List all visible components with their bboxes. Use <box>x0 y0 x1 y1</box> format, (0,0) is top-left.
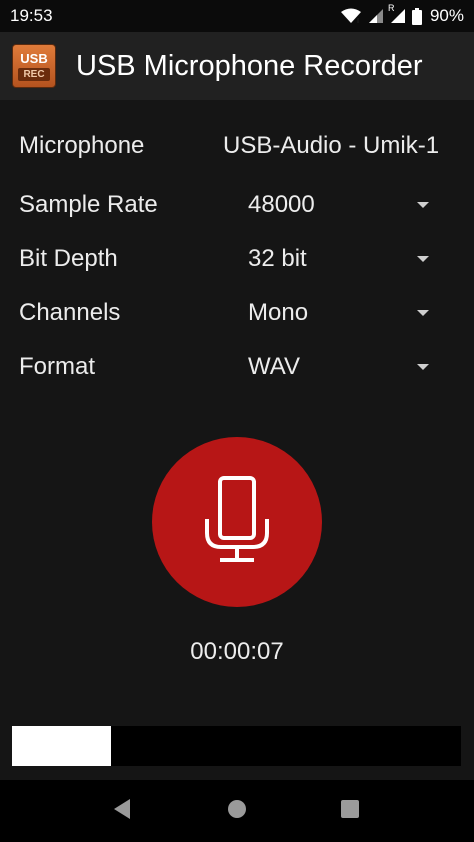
battery-percent: 90% <box>429 6 464 25</box>
channels-spinner[interactable]: Channels Mono <box>0 286 474 340</box>
microphone-row: Microphone USB-Audio - Umik-1 <box>0 118 474 174</box>
wifi-icon <box>340 8 362 24</box>
sample-rate-value[interactable]: 48000 <box>248 191 315 219</box>
format-dropdown-arrow-icon[interactable] <box>417 364 429 370</box>
app-bar: USB REC USB Microphone Recorder <box>0 32 474 100</box>
home-button[interactable] <box>222 796 252 826</box>
recents-icon <box>340 799 360 824</box>
bit-depth-spinner[interactable]: Bit Depth 32 bit <box>0 232 474 286</box>
roaming-indicator: R <box>387 3 395 13</box>
status-icons: R 90% <box>340 3 464 26</box>
signal-roaming-icon: R <box>388 3 406 24</box>
bit-depth-dropdown-arrow-icon[interactable] <box>417 256 429 262</box>
status-bar: 19:53 R 90% <box>0 0 474 32</box>
record-button[interactable] <box>152 437 322 607</box>
sample-rate-spinner[interactable]: Sample Rate 48000 <box>0 178 474 232</box>
bit-depth-value[interactable]: 32 bit <box>248 245 307 273</box>
microphone-value: USB-Audio - Umik-1 <box>223 132 440 159</box>
format-value[interactable]: WAV <box>248 353 300 381</box>
app-title: USB Microphone Recorder <box>76 49 423 82</box>
channels-label: Channels <box>19 299 121 326</box>
app-logo-icon: USB REC <box>12 44 56 88</box>
level-meter <box>12 726 461 766</box>
microphone-icon <box>204 475 270 570</box>
battery-icon <box>411 7 422 25</box>
bit-depth-label: Bit Depth <box>19 245 118 272</box>
app-logo-usb-text: USB <box>20 50 48 66</box>
sample-rate-dropdown-arrow-icon[interactable] <box>417 202 429 208</box>
back-icon <box>112 798 132 825</box>
app-logo-rec-text: REC <box>18 67 50 81</box>
home-icon <box>227 799 247 824</box>
signal-icon <box>368 8 384 24</box>
channels-dropdown-arrow-icon[interactable] <box>417 310 429 316</box>
microphone-label: Microphone <box>19 132 145 159</box>
status-time: 19:53 <box>10 6 53 25</box>
back-button[interactable] <box>107 796 137 826</box>
channels-value[interactable]: Mono <box>248 299 308 327</box>
navigation-bar <box>0 780 474 842</box>
recording-timer: 00:00:07 <box>190 638 284 665</box>
format-spinner[interactable]: Format WAV <box>0 340 474 394</box>
settings-list: Microphone USB-Audio - Umik-1 Sample Rat… <box>0 118 474 394</box>
sample-rate-label: Sample Rate <box>19 191 158 218</box>
level-meter-fill <box>12 726 111 766</box>
recents-button[interactable] <box>335 796 365 826</box>
format-label: Format <box>19 353 96 380</box>
